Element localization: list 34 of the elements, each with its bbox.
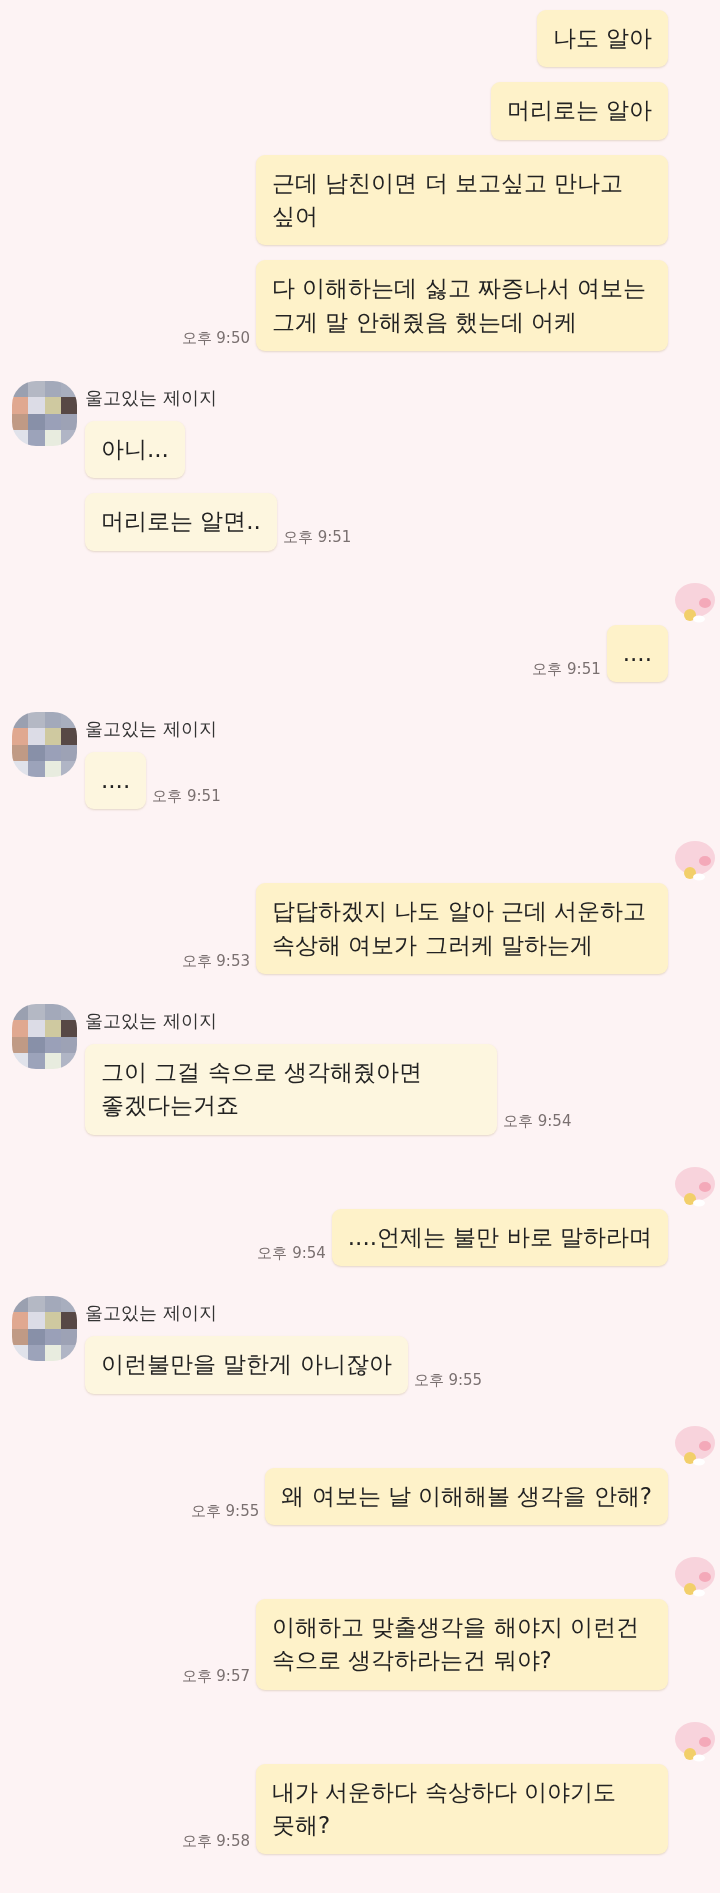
message-bubble: 머리로는 알아 <box>490 82 668 140</box>
sender-name: 울고있는 제이지 <box>85 1301 218 1326</box>
message-bubble: 내가 서운하다 속상하다 이야기도 못해? <box>256 1763 668 1855</box>
message-bubble: 머리로는 알면.. <box>85 493 277 551</box>
message-bubble: 근데 남친이면 더 보고싶고 만나고 싶어 <box>256 154 668 246</box>
message-time: 오후 9:57 <box>181 1666 250 1688</box>
message-time: 오후 9:50 <box>181 327 250 349</box>
message-bubble: 그이 그걸 속으로 생각해줬아면 좋겠다는거죠 <box>85 1044 497 1135</box>
message-bubble: ....언제는 불만 바로 말하라며 <box>331 1208 668 1267</box>
avatar <box>12 381 77 447</box>
message-bubble: .... <box>85 752 147 810</box>
message-time: 오후 9:51 <box>152 785 221 807</box>
avatar <box>12 712 77 778</box>
avatar <box>12 1004 77 1070</box>
message-time: 오후 9:58 <box>181 1830 250 1852</box>
message-time: 오후 9:55 <box>413 1370 483 1391</box>
message-bubble: 왜 여보는 날 이해해볼 생각을 안해? <box>265 1467 668 1525</box>
avatar <box>12 1296 77 1362</box>
sender-name: 울고있는 제이지 <box>85 1009 218 1034</box>
message-bubble: 나도 알아 <box>536 10 668 68</box>
message-time: 오후 9:53 <box>181 950 250 972</box>
message-bubble: 이해하고 맞출생각을 해야지 이런건 속으로 생각하라는건 뭐야? <box>256 1598 668 1690</box>
message-time: 오후 9:55 <box>190 1501 260 1523</box>
message-time: 오후 9:54 <box>257 1242 326 1264</box>
message-bubble: .... <box>606 624 668 683</box>
message-time: 오후 9:54 <box>503 1111 572 1133</box>
message-time: 오후 9:51 <box>532 658 601 680</box>
message-time: 오후 9:51 <box>282 527 352 549</box>
message-bubble: 이런불만을 말한게 아니잖아 <box>85 1336 408 1394</box>
sender-name: 울고있는 제이지 <box>85 386 218 411</box>
message-bubble: 아니... <box>85 421 185 479</box>
sender-name: 울고있는 제이지 <box>85 717 218 742</box>
message-bubble: 다 이해하는데 싫고 짜증나서 여보는 그게 말 안해줬음 했는데 어케 <box>256 260 668 352</box>
message-bubble: 답답하겠지 나도 알아 근데 서운하고 속상해 여보가 그러케 말하는게 <box>256 883 668 975</box>
